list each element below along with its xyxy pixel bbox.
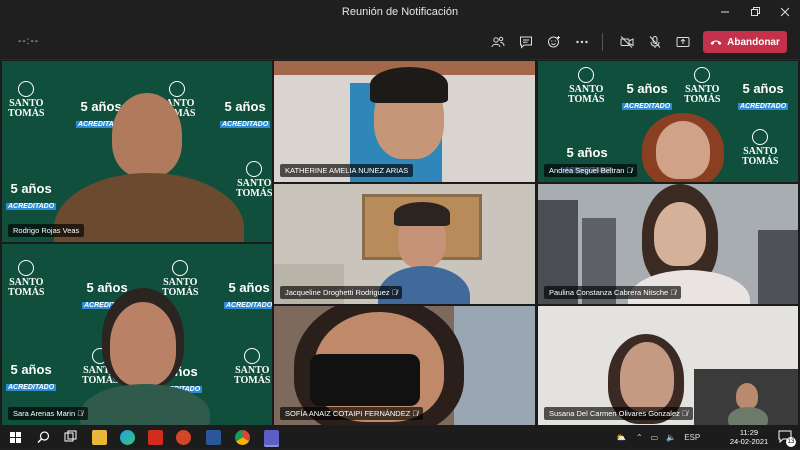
edge-icon[interactable] [120, 430, 135, 445]
accreditation-badge: 5 añosACREDITADO [6, 181, 57, 210]
more-options-icon[interactable] [572, 32, 592, 52]
santo-tomas-logo: SANTOTOMÁS [234, 348, 271, 386]
participants-icon[interactable] [488, 32, 508, 52]
file-explorer-icon[interactable] [92, 430, 107, 445]
video-tile[interactable]: Jacqueline Droghetti Rodriguez 🎙̸ [274, 184, 535, 304]
video-tile[interactable]: SANTOTOMÁS 5 añosACREDITADO SANTOTOMÁS 5… [2, 244, 272, 425]
minimize-icon[interactable] [710, 0, 740, 24]
leave-button-label: Abandonar [727, 36, 780, 48]
participant-name-tag: Paulina Constanza Cabrera Nitsche 🎙̸ [544, 286, 681, 299]
participant-face [112, 93, 182, 177]
mic-muted-icon: 🎙̸ [626, 166, 633, 175]
self-view-face [736, 383, 758, 409]
camera-off-icon[interactable] [617, 32, 637, 52]
santo-tomas-logo: SANTOTOMÁS [236, 161, 272, 199]
participant-name-tag: Jacqueline Droghetti Rodriguez 🎙̸ [280, 286, 403, 299]
teams-icon[interactable] [264, 430, 279, 445]
network-icon[interactable]: ▭ [651, 433, 659, 442]
participant-face [110, 302, 176, 386]
self-view-preview[interactable] [694, 369, 798, 425]
powerpoint-icon[interactable] [176, 430, 191, 445]
windows-taskbar: ⛅ ⌃ ▭ 🔈 ESP 11:29 24-02-2021 13 [0, 426, 800, 449]
participant-hair [370, 67, 448, 103]
video-grid: SANTOTOMÁS 5 añosACREDITADO SANTOTOMÁS 5… [0, 60, 800, 426]
participant-face [620, 342, 674, 412]
mic-muted-icon: 🎙̸ [670, 288, 676, 297]
hang-up-icon [710, 40, 722, 45]
video-tile[interactable]: SANTOTOMÁS 5 añosACREDITADO SANTOTOMÁS 5… [2, 61, 272, 242]
face-mask [310, 354, 420, 406]
santo-tomas-logo: SANTOTOMÁS [8, 260, 45, 298]
santo-tomas-logo: SANTOTOMÁS [684, 67, 721, 105]
teams-meeting-window: Reunión de Notificación --:-- Abandonar … [0, 0, 800, 449]
notification-count: 13 [786, 437, 796, 447]
building [758, 230, 798, 304]
mic-off-icon[interactable] [645, 32, 665, 52]
participant-face [656, 121, 710, 179]
participant-face [654, 202, 706, 266]
close-icon[interactable] [770, 0, 800, 24]
word-icon[interactable] [206, 430, 221, 445]
window-title: Reunión de Notificación [341, 6, 459, 18]
accreditation-badge: 5 añosACREDITADO [738, 81, 789, 110]
video-tile[interactable]: SOFÍA ANAIZ COTAIPI FERNÁNDEZ 🎙̸ [274, 306, 535, 425]
toolbar-divider [602, 33, 603, 51]
system-tray: ⛅ ⌃ ▭ 🔈 ESP [616, 426, 706, 449]
keyboard-language[interactable]: ESP [684, 433, 700, 442]
acrobat-icon[interactable] [148, 430, 163, 445]
chat-icon[interactable] [516, 32, 536, 52]
volume-icon[interactable]: 🔈 [666, 433, 676, 442]
chevron-up-icon[interactable]: ⌃ [636, 433, 643, 442]
participant-name-tag: SOFÍA ANAIZ COTAIPI FERNÁNDEZ 🎙̸ [280, 407, 424, 420]
chrome-icon[interactable] [235, 430, 250, 445]
video-tile[interactable]: KATHERINE AMELIA NUNEZ ARIAS [274, 61, 535, 182]
title-bar: Reunión de Notificación [0, 0, 800, 24]
accreditation-badge: 5 añosACREDITADO [220, 99, 271, 128]
participant-name-tag: Sara Arenas Marin 🎙̸ [8, 407, 88, 420]
meeting-toolbar: --:-- Abandonar [0, 24, 800, 60]
mic-muted-icon: 🎙̸ [77, 409, 83, 418]
notification-center-icon[interactable]: 13 [778, 430, 796, 447]
mic-muted-icon: 🎙̸ [391, 288, 398, 297]
meeting-timer: --:-- [18, 36, 40, 47]
store-shelves [454, 306, 535, 425]
task-view-icon[interactable] [63, 430, 78, 445]
restore-icon[interactable] [740, 0, 770, 24]
santo-tomas-logo: SANTOTOMÁS [568, 67, 605, 105]
accreditation-badge: 5 añosACREDITADO [6, 362, 57, 391]
search-icon[interactable] [36, 430, 51, 445]
participant-name-tag: Susana Del Carmen Olivares Gonzalez 🎙̸ [544, 407, 693, 420]
leave-meeting-button[interactable]: Abandonar [703, 31, 787, 53]
santo-tomas-logo: SANTOTOMÁS [162, 260, 199, 298]
mic-muted-icon: 🎙̸ [412, 409, 419, 418]
reactions-icon[interactable] [544, 32, 564, 52]
share-screen-icon[interactable] [673, 32, 693, 52]
video-tile[interactable]: SANTOTOMÁS 5 añosACREDITADO SANTOTOMÁS 5… [538, 61, 798, 182]
mic-muted-icon: 🎙̸ [682, 409, 688, 418]
participant-name-tag: Andrea Seguel Beltran 🎙̸ [544, 164, 638, 177]
santo-tomas-logo: SANTOTOMÁS [742, 129, 779, 167]
participant-hair [394, 202, 450, 226]
video-tile[interactable]: Paulina Constanza Cabrera Nitsche 🎙̸ [538, 184, 798, 304]
system-clock[interactable]: 11:29 24-02-2021 [726, 428, 772, 446]
participant-name-tag: KATHERINE AMELIA NUNEZ ARIAS [280, 164, 414, 177]
participant-name-tag: Rodrigo Rojas Veas [8, 224, 85, 237]
windows-start-icon[interactable] [8, 430, 23, 445]
video-tile[interactable]: Susana Del Carmen Olivares Gonzalez 🎙̸ [538, 306, 798, 425]
accreditation-badge: 5 añosACREDITADO [224, 281, 272, 312]
accreditation-badge: 5 añosACREDITADO [622, 81, 673, 110]
santo-tomas-logo: SANTOTOMÁS [8, 81, 45, 119]
weather-icon[interactable]: ⛅ [616, 433, 626, 442]
self-view-body [728, 407, 768, 425]
